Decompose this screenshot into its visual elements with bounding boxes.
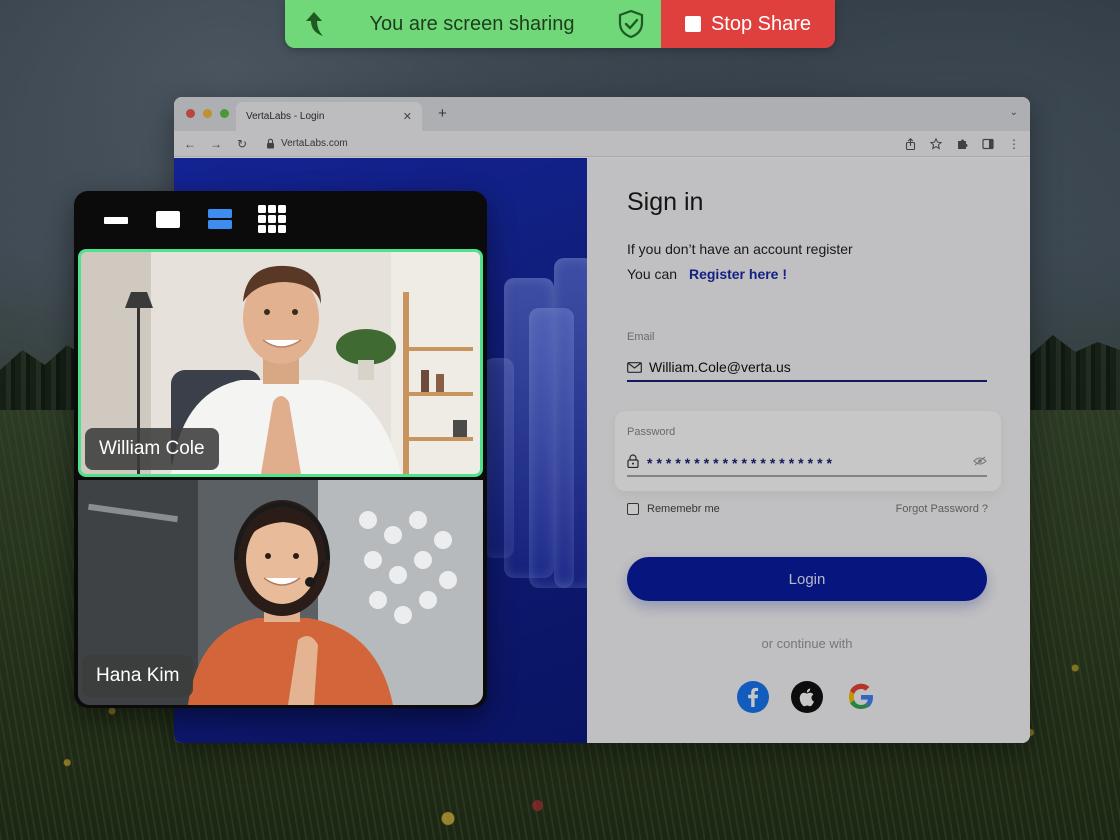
single-tile-icon[interactable] xyxy=(154,205,182,233)
screen-share-status: You are screen sharing xyxy=(285,0,661,48)
register-prefix: You can xyxy=(627,266,678,282)
lock-icon xyxy=(267,138,274,149)
extension-puzzle-icon[interactable] xyxy=(956,138,968,150)
email-label: Email xyxy=(627,331,655,343)
continue-with-label: or continue with xyxy=(761,636,853,651)
participant-tile-william[interactable]: William Cole xyxy=(78,249,483,477)
stop-share-label: Stop Share xyxy=(710,12,812,35)
forward-arrow-icon[interactable]: → xyxy=(210,137,222,151)
address-bar[interactable]: VertaLabs.com xyxy=(266,138,891,149)
login-button[interactable]: Login xyxy=(627,557,987,601)
share-icon[interactable] xyxy=(905,137,916,150)
more-menu-icon[interactable]: ⋮ xyxy=(1008,137,1020,151)
grid-icon[interactable] xyxy=(258,205,286,233)
apple-icon[interactable] xyxy=(791,681,823,713)
register-prompt: If you don’t have an account register xyxy=(627,241,853,257)
signin-title: Sign in xyxy=(627,188,704,216)
tab-title: VertaLabs - Login xyxy=(246,111,325,122)
padlock-icon xyxy=(627,454,639,468)
forgot-password-link[interactable]: Forgot Password ? xyxy=(896,503,988,515)
maximize-window-button[interactable] xyxy=(220,109,229,118)
remember-me-checkbox[interactable] xyxy=(627,503,639,515)
hero-glass-shape xyxy=(484,358,514,558)
facebook-icon[interactable] xyxy=(737,681,769,713)
toolbar-actions: ⋮ xyxy=(905,137,1020,151)
remember-me[interactable]: Rememebr me xyxy=(627,503,720,515)
back-arrow-icon[interactable]: ← xyxy=(184,137,196,151)
email-value: William.Cole@verta.us xyxy=(649,359,791,375)
close-window-button[interactable] xyxy=(186,109,195,118)
hero-glass-shape xyxy=(554,258,587,588)
password-card: Password ******************** xyxy=(615,411,1001,491)
participant-tile-hana[interactable]: Hana Kim xyxy=(78,480,483,705)
register-link[interactable]: Register here ! xyxy=(689,266,787,282)
password-value: ******************** xyxy=(647,454,836,471)
password-label: Password xyxy=(627,426,676,438)
browser-tab[interactable]: VertaLabs - Login ✕ xyxy=(236,102,422,131)
sidebar-panel-icon[interactable] xyxy=(982,138,994,150)
participant-name-tag: Hana Kim xyxy=(82,655,194,697)
remember-me-label: Rememebr me xyxy=(647,503,720,515)
video-call-panel: William Cole Hana Kim xyxy=(74,191,487,708)
browser-tab-bar: VertaLabs - Login ✕ + ⌄ xyxy=(174,97,1030,131)
window-controls xyxy=(186,109,229,118)
register-line: You can Register here ! xyxy=(627,266,787,282)
password-field[interactable]: ******************** xyxy=(627,447,987,477)
stop-share-button[interactable]: Stop Share xyxy=(661,0,835,48)
shield-check-icon xyxy=(615,8,647,40)
participant-name-tag: William Cole xyxy=(85,428,219,470)
social-login-row xyxy=(627,681,987,713)
minimize-window-button[interactable] xyxy=(203,109,212,118)
address-bar-url: VertaLabs.com xyxy=(281,138,348,149)
email-field[interactable]: William.Cole@verta.us xyxy=(627,354,987,382)
share-arrow-icon xyxy=(299,9,329,39)
browser-toolbar: ← → ↻ VertaLabs.com ⋮ xyxy=(174,131,1030,157)
signin-panel: Sign in If you don’t have an account reg… xyxy=(587,158,1030,743)
single-bar-icon[interactable] xyxy=(102,205,130,233)
layout-switcher xyxy=(102,205,286,233)
star-icon[interactable] xyxy=(930,137,942,150)
stacked-tiles-icon[interactable] xyxy=(206,205,234,233)
new-tab-button[interactable]: + xyxy=(438,105,447,122)
google-icon[interactable] xyxy=(845,681,877,713)
tab-close-icon[interactable]: ✕ xyxy=(403,110,412,123)
eye-off-icon[interactable] xyxy=(973,456,987,466)
screen-share-status-text: You are screen sharing xyxy=(369,12,575,35)
tab-menu-chevron-icon[interactable]: ⌄ xyxy=(1010,107,1018,118)
mail-icon xyxy=(627,361,642,373)
stop-icon xyxy=(684,16,701,32)
screen-share-bar: You are screen sharing Stop Share xyxy=(285,0,835,48)
reload-icon[interactable]: ↻ xyxy=(236,137,248,151)
